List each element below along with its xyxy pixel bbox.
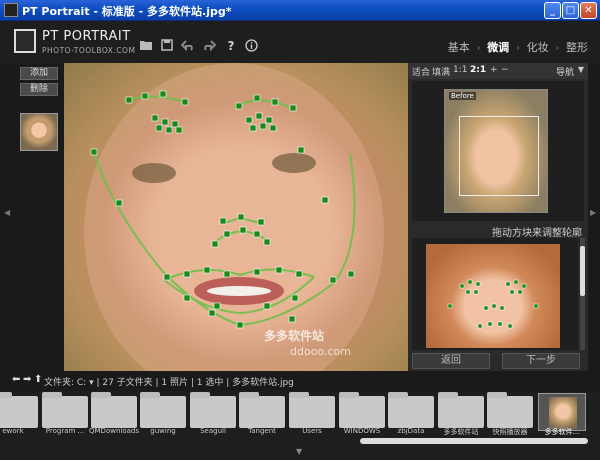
face-thumbnail[interactable]: [20, 113, 58, 151]
forward-arrow-icon[interactable]: ➡: [23, 374, 31, 385]
folder-icon[interactable]: [289, 392, 335, 428]
selected-photo-label: 多多软件...: [544, 428, 580, 436]
reference-pane: [412, 238, 578, 350]
hint-text: 拖动方块来调整轮廓: [492, 228, 582, 239]
folder-icon[interactable]: [42, 392, 88, 428]
left-arrow-icon[interactable]: ◀: [4, 208, 10, 217]
mode-separator: ›: [555, 41, 560, 54]
logo-subtitle: PHOTO-TOOLBOX.COM: [42, 46, 136, 55]
folder-label: 快照播放器: [492, 428, 528, 436]
folder-icon[interactable]: [487, 392, 533, 428]
navigator-label: 导航: [555, 68, 574, 78]
reference-image: [426, 244, 560, 348]
tab-basic[interactable]: 基本: [448, 41, 470, 54]
folder-icon[interactable]: [388, 392, 434, 428]
folder-label: zbjData: [397, 427, 425, 435]
title-bar: PT Portrait - 标准版 - 多多软件站.jpg* _ □ ✕: [0, 0, 600, 21]
zoom-fill-button[interactable]: 填满: [432, 65, 450, 78]
folder-icon[interactable]: [438, 392, 484, 428]
photo-canvas[interactable]: 多多软件站 ddooo.com: [64, 63, 408, 371]
folder-icon[interactable]: [140, 392, 186, 428]
back-button[interactable]: 返回: [412, 353, 490, 369]
folder-label: Tangent: [248, 427, 276, 435]
folder-icon[interactable]: [91, 392, 137, 428]
zoom-in-button[interactable]: +: [490, 65, 498, 75]
selected-photo-thumbnail[interactable]: [538, 393, 586, 431]
navigator-toolbar: 适合 填满 1:1 2:1 + − 导航 ▼: [408, 63, 588, 79]
folder-label: Program ...: [45, 427, 85, 435]
zoom-out-button[interactable]: −: [501, 65, 509, 75]
next-step-button[interactable]: 下一步: [502, 353, 580, 369]
redo-icon[interactable]: [202, 39, 217, 53]
logo-title: PT PORTRAIT: [42, 29, 131, 44]
undo-icon[interactable]: [180, 39, 195, 53]
up-arrow-icon[interactable]: ⬆: [34, 374, 42, 385]
face-contour-overlay[interactable]: [64, 63, 408, 371]
minimize-button[interactable]: _: [544, 2, 561, 19]
info-icon[interactable]: [244, 39, 258, 53]
mode-separator: ›: [515, 41, 521, 54]
folder-icon[interactable]: [339, 392, 385, 428]
zoom-2-1-button[interactable]: 2:1: [470, 65, 486, 75]
watermark-url: ddooo.com: [290, 345, 351, 358]
folder-label: QMDownloads: [89, 427, 139, 435]
folder-strip-scrollbar[interactable]: [360, 438, 588, 444]
viewport-rect[interactable]: [459, 116, 539, 196]
folder-icon[interactable]: [239, 392, 285, 428]
before-label: Before: [449, 92, 476, 100]
folder-label: Users: [302, 427, 322, 435]
app-header: PT PORTRAIT PHOTO-TOOLBOX.COM ? 基本 › 微调 …: [0, 21, 600, 63]
maximize-button[interactable]: □: [562, 2, 579, 19]
add-face-button[interactable]: 添加: [20, 67, 58, 80]
folder-info: 文件夹: C: ▾ | 27 子文件夹 | 1 照片 | 1 选中 | 多多软件…: [44, 378, 294, 388]
folder-label: 多多软件站: [443, 428, 479, 436]
folder-label: WINDOWS: [343, 427, 381, 435]
folder-strip: ework Program ... QMDownloads guwing Sea…: [0, 391, 600, 460]
right-arrow-icon[interactable]: ▶: [590, 208, 596, 217]
save-icon[interactable]: [160, 39, 174, 53]
reference-scrollbar[interactable]: [580, 238, 585, 350]
window-title: PT Portrait - 标准版 - 多多软件站.jpg*: [22, 5, 232, 18]
folder-icon[interactable]: [0, 392, 38, 428]
back-arrow-icon[interactable]: ⬅: [12, 374, 20, 385]
zoom-fit-button[interactable]: 适合: [412, 65, 430, 78]
folder-label: Seagull: [200, 427, 226, 435]
right-panel: 适合 填满 1:1 2:1 + − 导航 ▼ Before 拖动方块来调整轮廓: [408, 63, 588, 371]
zoom-1-1-button[interactable]: 1:1: [453, 65, 467, 75]
folder-label: guwing: [150, 427, 176, 435]
folder-label: ework: [2, 427, 24, 435]
mode-tabs: 基本 › 微调 › 化妆 › 整形: [445, 39, 588, 55]
tab-makeup[interactable]: 化妆: [527, 41, 549, 54]
face-list-panel: 添加 删除: [14, 63, 62, 371]
tab-fine-tune[interactable]: 微调: [487, 41, 509, 54]
help-icon[interactable]: ?: [224, 39, 238, 53]
close-button[interactable]: ✕: [580, 2, 597, 19]
watermark-logo: 多多软件站: [264, 329, 325, 343]
delete-face-button[interactable]: 删除: [20, 83, 58, 96]
file-browser-bar: ⬅ ➡ ⬆ 文件夹: C: ▾ | 27 子文件夹 | 1 照片 | 1 选中 …: [0, 371, 600, 391]
folder-icon[interactable]: [190, 392, 236, 428]
navigator-pane[interactable]: Before: [412, 81, 584, 221]
mode-separator: ›: [476, 41, 481, 54]
tab-reshape[interactable]: 整形: [566, 41, 588, 54]
chevron-down-icon[interactable]: ▼: [578, 65, 584, 74]
app-icon: [4, 3, 18, 17]
navigator-preview[interactable]: Before: [444, 89, 548, 213]
logo-icon: [14, 29, 36, 53]
folder-open-icon[interactable]: [139, 39, 153, 53]
chevron-down-icon[interactable]: ▼: [296, 447, 302, 456]
